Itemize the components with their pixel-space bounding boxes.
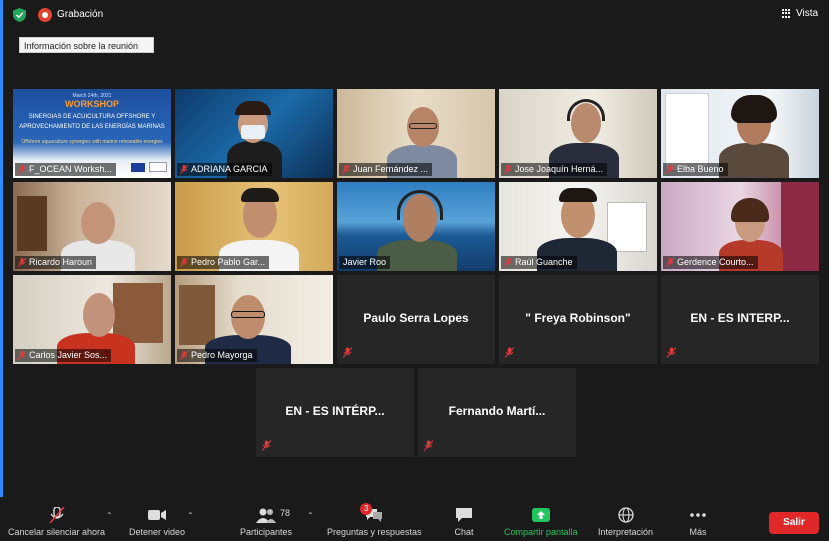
muted-mic-icon [667, 347, 676, 358]
view-button[interactable]: Vista [782, 8, 818, 19]
unmute-button[interactable]: Cancelar silenciar ahora [8, 507, 105, 537]
participant-name: EN - ES INTERP... [690, 311, 790, 325]
participant-tile[interactable]: Pedro Mayorga [175, 275, 333, 364]
muted-mic-icon [504, 258, 512, 267]
participant-tile[interactable]: Pedro Pablo Gar... [175, 182, 333, 271]
participant-tile[interactable]: Juan Fernández ... [337, 89, 495, 178]
muted-mic-icon [180, 351, 188, 360]
muted-mic-icon [180, 165, 188, 174]
participant-tile[interactable]: Carlos Javier Sos... [13, 275, 171, 364]
muted-mic-icon [262, 440, 271, 451]
muted-mic-icon [342, 165, 350, 174]
participant-tile[interactable]: March 24th, 2021 WORKSHOP SINERGIAS DE A… [13, 89, 171, 178]
security-shield-icon[interactable] [13, 8, 26, 22]
participant-name: Raúl Guanche [501, 256, 577, 269]
slide-subtitle: Offshore aquaculture synergies with mari… [21, 139, 163, 145]
qa-label: Preguntas y respuestas [327, 527, 422, 537]
video-camera-icon [148, 510, 167, 520]
participant-tile[interactable]: Ricardo Haroun [13, 182, 171, 271]
muted-mic-icon [18, 258, 26, 267]
more-label: Más [689, 527, 707, 537]
participant-name: EN - ES INTÉRP... [285, 404, 385, 418]
partner-logo [149, 162, 167, 172]
leave-meeting-button[interactable]: Salir [769, 512, 819, 534]
participant-tile[interactable]: Gerdence Courto... [661, 182, 819, 271]
slide-heading: WORKSHOP [65, 99, 119, 109]
interpretation-label: Interpretación [598, 527, 654, 537]
audio-options-chevron-icon[interactable]: ⌃ [106, 511, 113, 520]
participant-name: Jose Joaquín Herná... [501, 163, 608, 176]
unmute-label: Cancelar silenciar ahora [8, 527, 106, 537]
stop-video-button[interactable]: Detener video [129, 507, 185, 537]
muted-mic-icon [504, 165, 512, 174]
participant-name: F_OCEAN Worksh... [15, 163, 116, 176]
share-screen-label: Compartir pantalla [504, 527, 578, 537]
participant-name: " Freya Robinson" [525, 311, 631, 325]
participant-name: Pedro Mayorga [177, 349, 257, 362]
qa-icon: 3 [360, 503, 384, 523]
slide-title-line1: SINERGIAS DE ACUICULTURA OFFSHORE Y [28, 114, 156, 120]
meeting-info-tooltip: Información sobre la reunión [19, 37, 154, 53]
participant-tile[interactable]: Elba Bueno [661, 89, 819, 178]
participant-tile[interactable]: Javier Roo [337, 182, 495, 271]
participant-name: Ricardo Haroun [15, 256, 97, 269]
recording-label: Grabación [57, 9, 104, 20]
participant-name: Carlos Javier Sos... [15, 349, 112, 362]
participant-tile[interactable]: Raúl Guanche [499, 182, 657, 271]
chat-label: Chat [454, 527, 474, 537]
qa-button[interactable]: 3 Preguntas y respuestas [327, 503, 422, 537]
participants-count: 78 [280, 508, 291, 518]
muted-mic-icon [18, 165, 26, 174]
slide-title-line2: APROVECHAMIENTO DE LAS ENERGÍAS MARINAS [19, 124, 165, 130]
muted-mic-icon [180, 258, 188, 267]
share-screen-button[interactable]: Compartir pantalla [504, 507, 578, 537]
stop-video-label: Detener video [129, 527, 186, 537]
participant-name: Juan Fernández ... [339, 163, 433, 176]
globe-icon [617, 507, 634, 523]
participant-name: Elba Bueno [663, 163, 728, 176]
participant-tile[interactable]: Jose Joaquín Herná... [499, 89, 657, 178]
participant-name: Pedro Pablo Gar... [177, 256, 270, 269]
window-edge [0, 0, 3, 541]
participant-tile[interactable]: EN - ES INTERP... [661, 275, 819, 364]
muted-mic-icon [666, 165, 674, 174]
participants-icon [256, 508, 277, 523]
more-dots-icon [690, 513, 706, 517]
meeting-toolbar: Cancelar silenciar ahora ⌃ Detener video… [0, 497, 829, 541]
participant-tile[interactable]: " Freya Robinson" [499, 275, 657, 364]
participant-name: Gerdence Courto... [663, 256, 758, 269]
muted-mic-icon [505, 347, 514, 358]
muted-mic-icon [18, 351, 26, 360]
participant-tile[interactable]: Fernando Martí... [418, 368, 576, 457]
recording-icon[interactable] [38, 8, 52, 22]
chat-bubble-icon [456, 508, 472, 522]
chat-button[interactable]: Chat [454, 507, 474, 537]
more-button[interactable]: Más [688, 507, 708, 537]
video-options-chevron-icon[interactable]: ⌃ [187, 511, 194, 520]
top-bar: Grabación Vista [0, 0, 829, 30]
muted-mic-icon [666, 258, 674, 267]
participants-options-chevron-icon[interactable]: ⌃ [307, 511, 314, 520]
participants-label: Participantes [240, 527, 293, 537]
share-screen-icon [531, 508, 550, 522]
participant-tile[interactable]: EN - ES INTÉRP... [256, 368, 414, 457]
view-label: Vista [796, 8, 819, 19]
eu-flag-logo [131, 163, 145, 172]
muted-microphone-icon [48, 507, 65, 523]
participant-name: ADRIANA GARCIA [177, 163, 272, 176]
grid-view-icon [782, 8, 792, 19]
participant-tile[interactable]: ADRIANA GARCIA [175, 89, 333, 178]
muted-mic-icon [343, 347, 352, 358]
participant-name: Fernando Martí... [448, 404, 546, 418]
participant-name: Paulo Serra Lopes [363, 311, 469, 325]
participant-tile[interactable]: Paulo Serra Lopes [337, 275, 495, 364]
participant-name: Javier Roo [339, 256, 391, 269]
muted-mic-icon [424, 440, 433, 451]
interpretation-button[interactable]: Interpretación [598, 507, 653, 537]
